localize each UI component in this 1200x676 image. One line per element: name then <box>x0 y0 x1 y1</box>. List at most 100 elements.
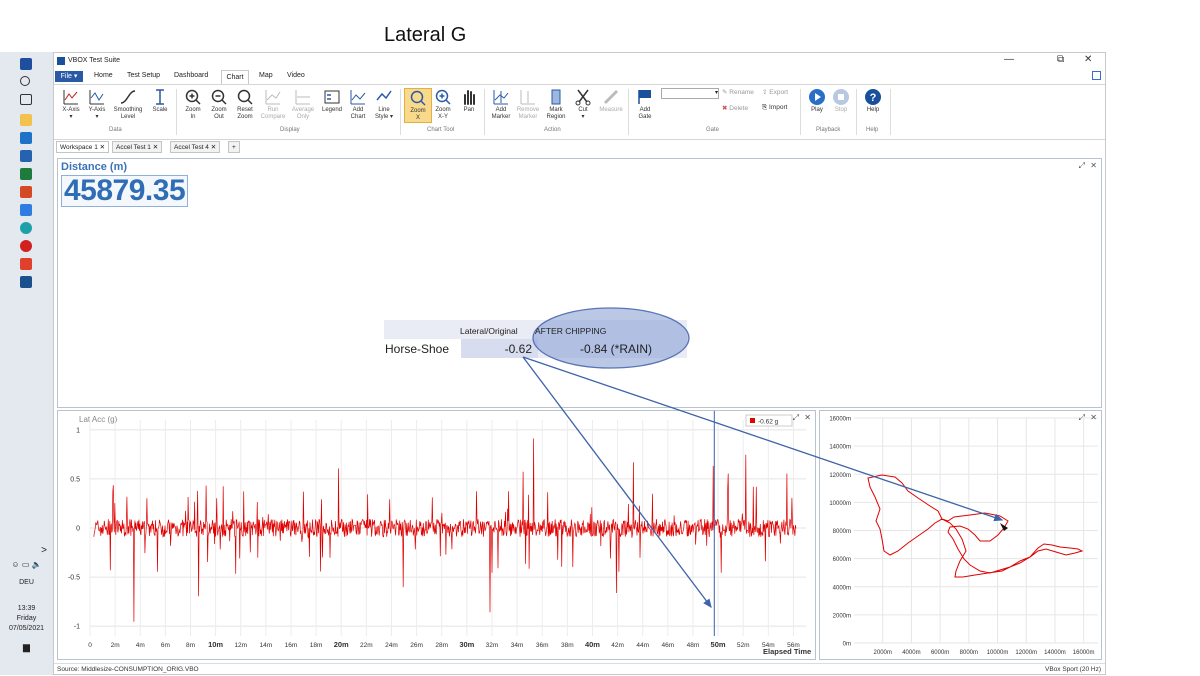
zoom-x-icon <box>410 90 426 106</box>
start-icon[interactable] <box>20 58 32 70</box>
opera-icon[interactable] <box>20 240 32 252</box>
reset-zoom-button[interactable]: Reset Zoom <box>232 88 258 121</box>
app-red-icon[interactable] <box>20 258 32 270</box>
group-data-label: Data <box>109 127 122 133</box>
add-marker-button[interactable]: Add Marker <box>488 88 514 121</box>
map-chart[interactable]: 16000m14000m12000m10000m8000m6000m4000m2… <box>820 411 1101 659</box>
close-button[interactable]: ✕ <box>1084 54 1092 65</box>
cut-button[interactable]: Cut ▾ <box>570 88 596 121</box>
mark-region-icon <box>551 89 561 105</box>
close-icon[interactable]: ✕ <box>100 144 105 151</box>
remove-marker-label: Remove <box>516 107 540 113</box>
tray-chevron-icon[interactable]: > <box>0 546 53 556</box>
file-menu-button[interactable]: File ▾ <box>55 71 83 82</box>
mail-icon[interactable] <box>20 132 32 144</box>
tab-accel-test-1[interactable]: Accel Test 1 ✕ <box>112 141 163 153</box>
add-chart-sub: Chart <box>350 114 366 120</box>
import-label: Import <box>769 104 788 111</box>
excel-icon[interactable] <box>20 168 32 180</box>
export-button[interactable]: ⇪ Export <box>762 88 788 96</box>
pan-button[interactable]: Pan <box>456 88 482 114</box>
play-button[interactable]: Play <box>804 88 830 114</box>
remove-marker-button[interactable]: Remove Marker <box>515 88 541 121</box>
close-icon[interactable]: ✕ <box>211 144 216 151</box>
measure-button[interactable]: Measure <box>596 88 626 114</box>
add-gate-button[interactable]: Add Gate <box>632 88 658 121</box>
average-only-button[interactable]: Average Only <box>288 88 318 121</box>
cut-icon <box>575 89 591 106</box>
powerpoint-icon[interactable] <box>20 186 32 198</box>
zoom-x-button[interactable]: Zoom X <box>404 88 432 123</box>
add-gate-icon <box>638 90 651 104</box>
x-tick-label: 14m <box>260 642 273 649</box>
smoothing-level-button[interactable]: Smoothing Level <box>112 88 144 121</box>
lat-acc-chart[interactable]: Lat Acc (g) 1 0.5 0 -0.5 -1 0 2m 4m 6m 8m 10m 12m 1… <box>58 411 815 659</box>
battery-icon[interactable]: ▭ <box>22 560 30 569</box>
tab-test-setup[interactable]: Test Setup <box>127 72 160 79</box>
rename-button[interactable]: ✎ Rename <box>722 88 754 96</box>
people-icon[interactable]: ☺ <box>11 560 19 569</box>
close-icon[interactable]: ✕ <box>1090 413 1097 422</box>
scale-button[interactable]: Scale <box>147 88 173 114</box>
dropbox-icon[interactable] <box>20 204 32 216</box>
ribbon: X-Axis ▾ Y-Axis ▾ Smoothing Level Scale Dat… <box>54 84 1105 140</box>
tab-dashboard[interactable]: Dashboard <box>174 72 208 79</box>
zoom-out-label: Zoom <box>211 107 227 113</box>
edge-icon[interactable] <box>20 222 32 234</box>
average-icon <box>295 90 310 105</box>
group-display-label: Display <box>280 127 300 133</box>
zoom-out-button[interactable]: Zoom Out <box>206 88 232 121</box>
line-style-label: Line <box>378 107 390 113</box>
add-tab-button[interactable]: + <box>228 141 240 153</box>
file-explorer-icon[interactable] <box>20 114 32 126</box>
group-help-label: Help <box>866 127 879 133</box>
close-icon[interactable]: ✕ <box>153 144 158 151</box>
x-axis-button[interactable]: X-Axis ▾ <box>58 88 84 121</box>
tab-chart[interactable]: Chart <box>221 70 249 85</box>
tab-home[interactable]: Home <box>94 72 113 79</box>
line-style-button[interactable]: Line Style ▾ <box>371 88 397 121</box>
notification-icon[interactable]: ▆ <box>0 642 53 652</box>
x-tick-label: 20m <box>334 640 349 649</box>
tab-workspace-1[interactable]: Workspace 1 ✕ <box>56 141 110 153</box>
y-tick-label: 2000m <box>833 613 851 619</box>
stop-button[interactable]: Stop <box>828 88 854 114</box>
x-tick-label: 14000m <box>1044 650 1066 656</box>
vbox-app-icon[interactable] <box>20 276 32 288</box>
cut-sub: ▾ <box>581 114 585 120</box>
help-button[interactable]: ? Help <box>860 88 886 114</box>
zoom-in-button[interactable]: Zoom In <box>180 88 206 121</box>
outlook-icon[interactable] <box>20 150 32 162</box>
expand-icon[interactable]: ⤢ <box>1079 413 1085 423</box>
legend-button[interactable]: Legend <box>319 88 345 114</box>
task-view-icon[interactable] <box>20 94 32 105</box>
x-tick-label: 8m <box>186 642 195 649</box>
x-tick-label: 48m <box>687 642 700 649</box>
y-axis-button[interactable]: Y-Axis ▾ <box>84 88 110 121</box>
x-tick-label: 28m <box>435 642 448 649</box>
ribbon-collapse-icon[interactable] <box>1092 71 1101 80</box>
expand-icon[interactable]: ⤢ <box>1079 161 1085 171</box>
expand-icon[interactable]: ⤢ <box>793 413 799 423</box>
close-icon[interactable]: ✕ <box>804 413 811 422</box>
language-indicator[interactable]: DEU <box>0 578 53 588</box>
mark-region-button[interactable]: Mark Region <box>543 88 569 121</box>
x-tick-label: 2000m <box>874 650 892 656</box>
import-button[interactable]: ⎘ Import <box>762 104 787 112</box>
zoom-in-label: Zoom <box>185 107 201 113</box>
search-icon[interactable] <box>20 76 30 86</box>
run-compare-button[interactable]: Run Compare <box>260 88 286 121</box>
zoom-xy-button[interactable]: Zoom X-Y <box>430 88 456 121</box>
add-chart-button[interactable]: Add Chart <box>345 88 371 121</box>
tab-accel-test-4[interactable]: Accel Test 4 ✕ <box>170 141 221 153</box>
close-icon[interactable]: ✕ <box>1090 161 1097 170</box>
volume-icon[interactable]: 🔈 <box>32 560 42 569</box>
minimize-button[interactable]: — <box>1004 54 1014 65</box>
tab-map[interactable]: Map <box>259 72 273 79</box>
delete-button[interactable]: ✖ Delete <box>722 104 748 112</box>
maximize-button[interactable]: ⧉ <box>1057 54 1064 65</box>
tab-video[interactable]: Video <box>287 72 305 79</box>
gate-select[interactable]: ▾ <box>661 88 719 99</box>
x-tick-label: 32m <box>486 642 499 649</box>
clock-time[interactable]: 13:39 <box>0 604 53 614</box>
